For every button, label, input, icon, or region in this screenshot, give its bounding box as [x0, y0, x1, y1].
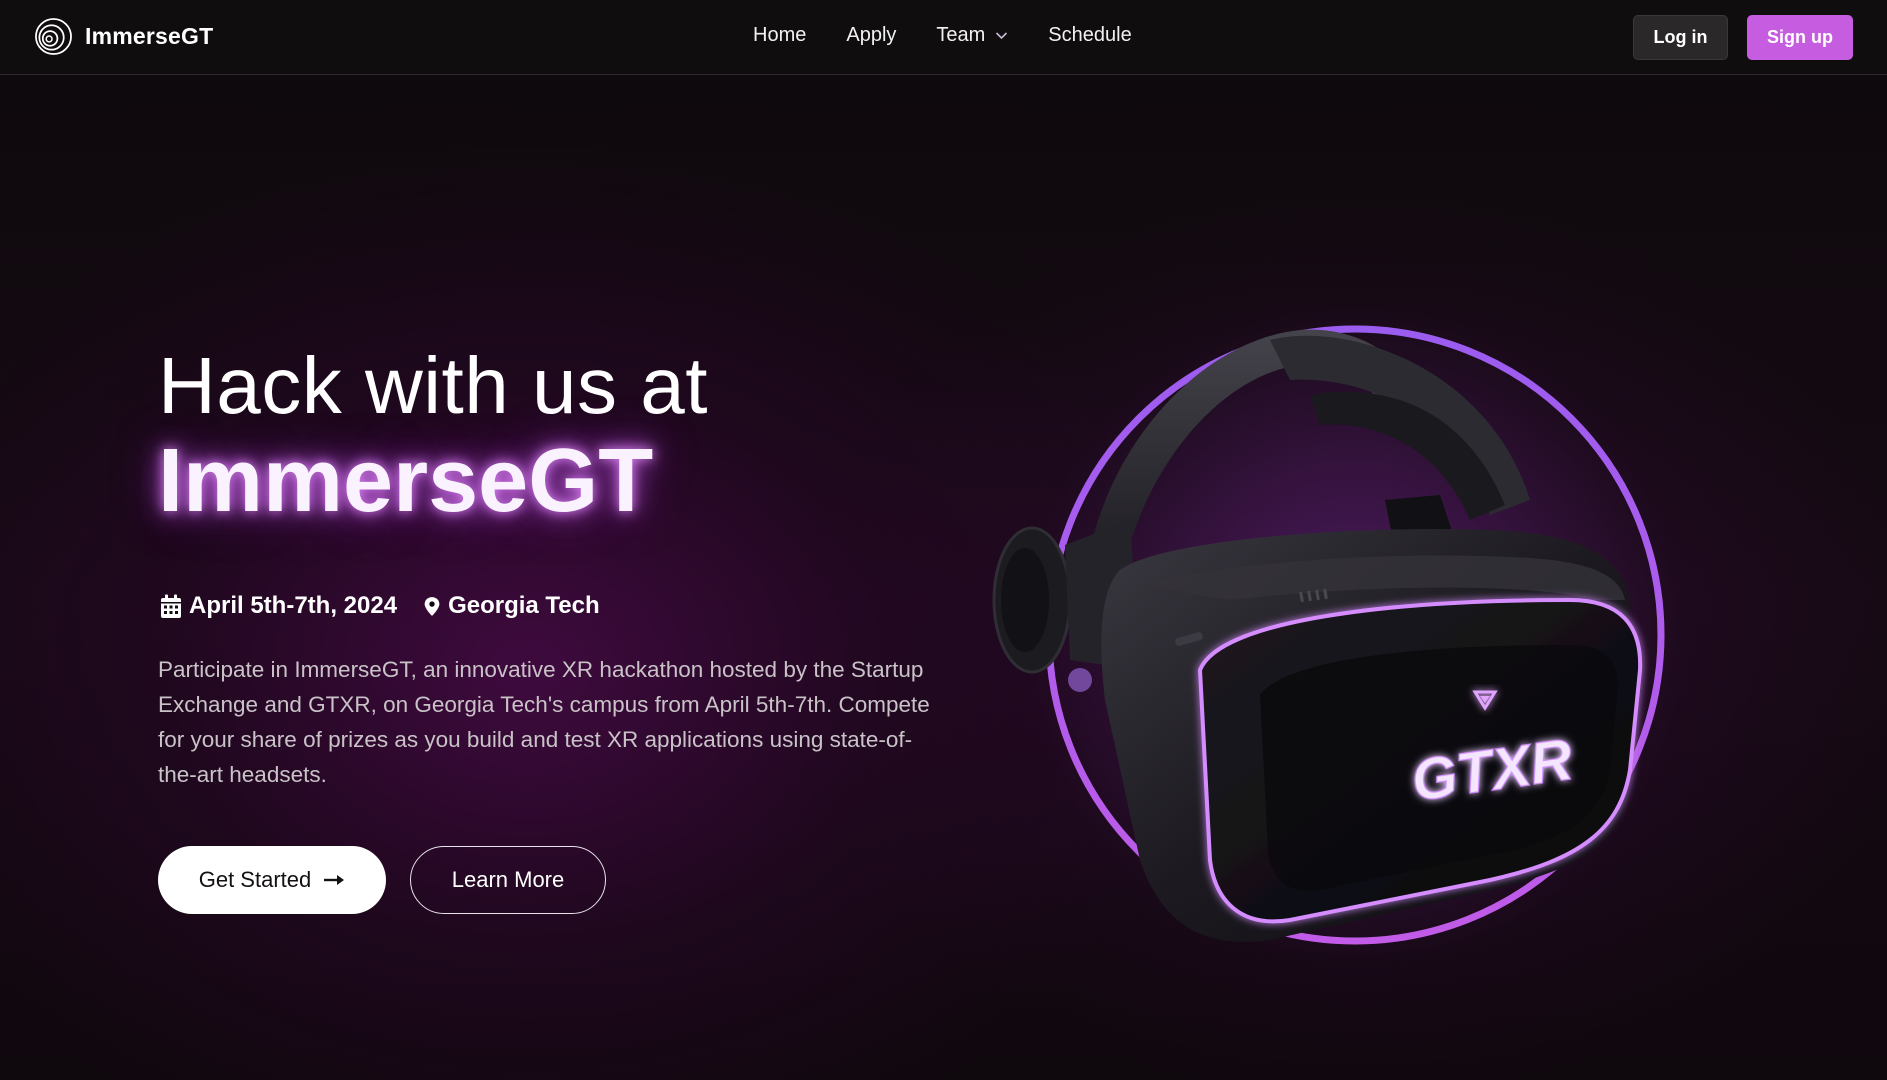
event-meta: April 5th-7th, 2024 Georgia Tech [160, 592, 600, 620]
calendar-icon [161, 594, 181, 618]
hero-heading: Hack with us at [158, 341, 708, 430]
main-nav: Home Apply Team Schedule [753, 24, 1132, 47]
learn-more-button[interactable]: Learn More [410, 846, 606, 914]
nav-link-schedule[interactable]: Schedule [1048, 24, 1131, 47]
event-location: Georgia Tech [423, 592, 600, 620]
event-date-text: April 5th-7th, 2024 [189, 592, 398, 619]
event-location-text: Georgia Tech [448, 592, 600, 619]
arrow-right-icon [324, 875, 345, 885]
nav-link-apply[interactable]: Apply [846, 24, 896, 47]
nav-actions: Log in Sign up [1633, 15, 1853, 60]
vr-headset-graphic: GTXR [992, 305, 1685, 965]
hero-heading-highlight: ImmerseGT [158, 431, 654, 531]
nav-link-home[interactable]: Home [753, 24, 806, 47]
login-button[interactable]: Log in [1633, 15, 1728, 60]
top-navbar: ImmerseGT Home Apply Team Schedule Log i… [0, 0, 1887, 75]
hero-description: Participate in ImmerseGT, an innovative … [158, 657, 930, 787]
brand-logo-icon [35, 18, 72, 55]
brand-name: ImmerseGT [85, 23, 214, 49]
event-date: April 5th-7th, 2024 [160, 592, 397, 620]
get-started-button[interactable]: Get Started [158, 846, 386, 914]
chevron-down-icon [996, 32, 1008, 40]
get-started-label: Get Started [198, 867, 312, 892]
signup-button[interactable]: Sign up [1747, 15, 1853, 60]
nav-link-team[interactable]: Team [936, 24, 1008, 47]
vr-headset-illustration: GTXR [970, 300, 1750, 980]
brand[interactable]: ImmerseGT [34, 17, 213, 56]
map-pin-icon [424, 596, 440, 616]
hero-actions: Get Started Learn More [158, 846, 606, 914]
nav-link-team-label: Team [936, 24, 986, 46]
